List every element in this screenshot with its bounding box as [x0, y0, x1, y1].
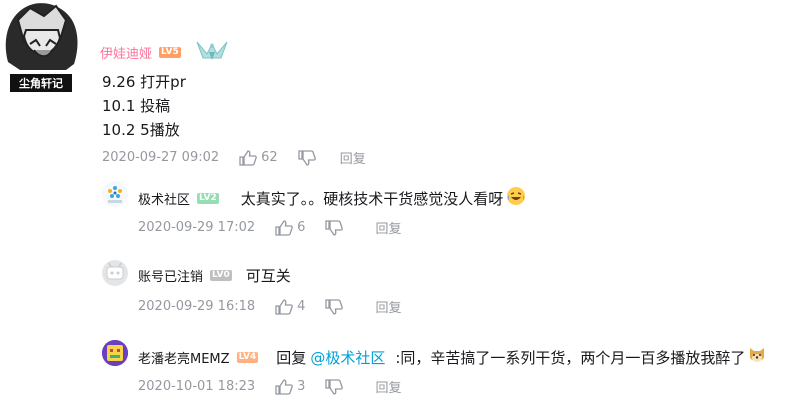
like-icon[interactable] — [275, 298, 293, 315]
dislike-icon[interactable] — [325, 378, 344, 395]
reply-meta: 2020-09-29 17:02 6 回复 — [138, 218, 401, 237]
mention-link[interactable]: @极术社区 — [310, 347, 385, 368]
laughing-tears-emoji-icon — [506, 186, 526, 210]
reply-button[interactable]: 回复 — [375, 377, 401, 396]
reply-content: :同，辛苦搞了一系列干货，两个月一百多播放我醉了 — [395, 348, 746, 367]
comment-line: 10.2 5播放 — [102, 121, 180, 139]
username[interactable]: 账号已注销 — [138, 266, 203, 285]
comment-line: 10.1 投稿 — [102, 97, 171, 115]
timestamp: 2020-10-01 18:23 — [138, 379, 256, 394]
reply-row: 老潘老亮MEMZ LV4 回复 @极术社区 :同，辛苦搞了一系列干货，两个月一百… — [138, 345, 767, 369]
avatar[interactable] — [102, 260, 128, 286]
reply-button[interactable]: 回复 — [340, 148, 366, 167]
dog-face-emoji-icon — [747, 345, 767, 369]
like-count: 4 — [297, 299, 306, 314]
comment-line: 9.26 打开pr — [102, 73, 186, 91]
like-count: 62 — [261, 150, 278, 165]
username[interactable]: 老潘老亮MEMZ — [138, 348, 230, 367]
reply-button[interactable]: 回复 — [375, 297, 401, 316]
reply-content: 可互关 — [245, 267, 291, 285]
level-badge: LV4 — [236, 351, 259, 363]
reply-row: 极术社区 LV2 太真实了。。硬核技术干货感觉没人看呀 — [138, 186, 526, 210]
level-badge: LV0 — [210, 270, 232, 281]
like-icon[interactable] — [239, 149, 257, 166]
dislike-icon[interactable] — [298, 149, 316, 166]
comment-meta: 2020-09-27 09:02 62 回复 — [102, 148, 366, 167]
level-badge: LV5 — [159, 46, 181, 58]
root-user-row: 伊娃迪娅 LV5 — [100, 38, 231, 66]
comment-content: 9.26 打开pr 10.1 投稿 10.2 5播放 — [102, 70, 186, 142]
avatar[interactable] — [102, 340, 128, 366]
reply-meta: 2020-09-29 16:18 4 回复 — [138, 297, 401, 316]
avatar[interactable] — [102, 181, 128, 207]
username[interactable]: 伊娃迪娅 — [100, 43, 152, 62]
timestamp: 2020-09-27 09:02 — [102, 150, 220, 165]
reply-content: 太真实了。。硬核技术干货感觉没人看呀 — [240, 189, 504, 208]
reply-row: 账号已注销 LV0 可互关 — [138, 265, 291, 286]
like-icon[interactable] — [275, 378, 293, 395]
level-badge: LV2 — [197, 192, 219, 204]
like-icon[interactable] — [275, 219, 293, 236]
avatar[interactable]: 尘角轩记 — [0, 0, 82, 96]
timestamp: 2020-09-29 16:18 — [138, 299, 256, 314]
like-count: 6 — [297, 220, 306, 235]
reply-prefix: 回复 — [276, 348, 307, 367]
reply-button[interactable]: 回复 — [375, 218, 401, 237]
username[interactable]: 极术社区 — [138, 189, 190, 208]
reply-meta: 2020-10-01 18:23 3 回复 — [138, 377, 401, 396]
dislike-icon[interactable] — [325, 219, 344, 236]
dislike-icon[interactable] — [325, 298, 344, 315]
fan-medal-icon — [193, 38, 231, 66]
avatar-caption: 尘角轩记 — [19, 76, 63, 90]
like-count: 3 — [297, 379, 306, 394]
timestamp: 2020-09-29 17:02 — [138, 220, 256, 235]
